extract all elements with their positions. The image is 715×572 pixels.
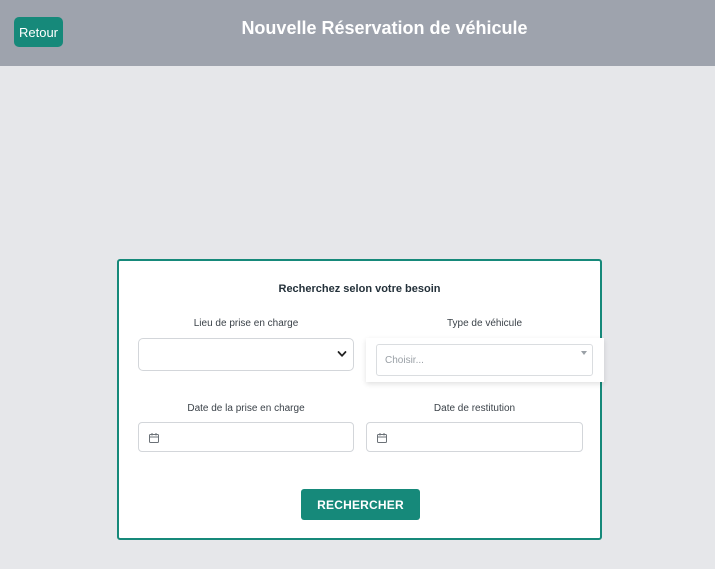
caret-down-icon [581,351,587,355]
chevron-down-icon [335,347,349,361]
search-button[interactable]: RECHERCHER [301,489,420,520]
calendar-icon [148,431,160,443]
form-title: Recherchez selon votre besoin [278,283,441,295]
vehicle-type-placeholder: Choisir... [385,354,424,366]
vehicle-type-select[interactable]: Choisir... [376,344,593,376]
return-date-label: Date de restitution [433,403,516,414]
vehicle-type-label: Type de véhicule [446,318,523,329]
search-form-card: Recherchez selon votre besoin Lieu de pr… [117,259,604,540]
pickup-date-input[interactable] [138,422,354,452]
pickup-date-label: Date de la prise en charge [187,403,305,414]
pickup-location-select[interactable] [138,338,354,371]
calendar-icon [376,431,388,443]
page-title: Nouvelle Réservation de véhicule [241,18,528,38]
top-header-bar: Retour Nouvelle Réservation de véhicule [0,0,715,66]
return-date-input[interactable] [366,422,583,452]
vehicle-type-dropdown: Choisir... [366,338,604,382]
pickup-location-label: Lieu de prise en charge [193,318,299,329]
